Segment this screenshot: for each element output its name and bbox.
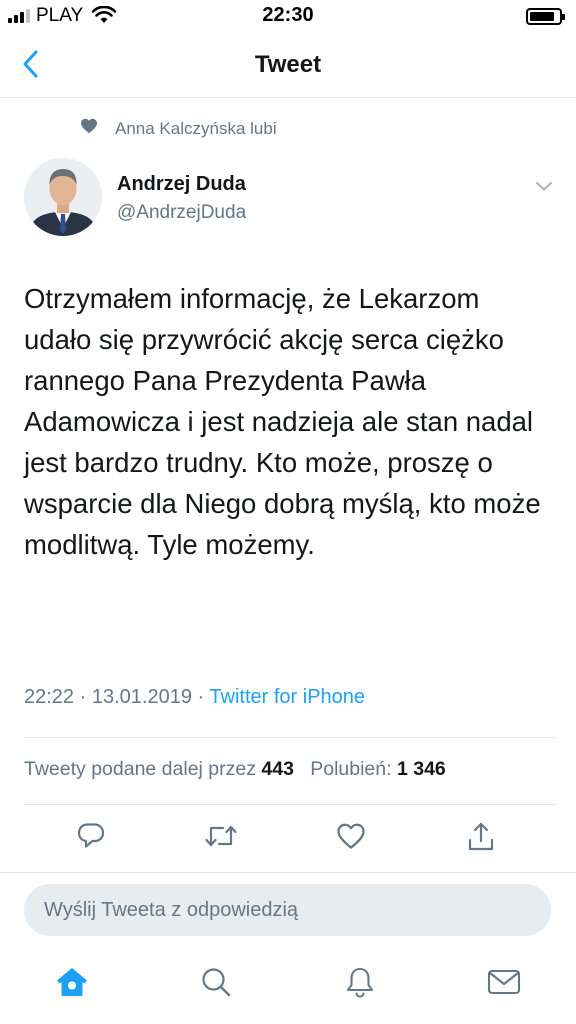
retweets-label: Tweety podane dalej przez — [24, 758, 256, 780]
status-bar: PLAY 22:30 — [0, 0, 576, 34]
heart-filled-icon — [80, 118, 98, 139]
reply-icon — [76, 821, 106, 856]
search-icon — [200, 966, 232, 1003]
retweet-button[interactable] — [203, 820, 239, 856]
likes-label: Polubień: — [310, 758, 392, 780]
tweet-options-button[interactable] — [530, 176, 558, 200]
share-button[interactable] — [463, 820, 499, 856]
avatar[interactable] — [24, 158, 102, 236]
tab-search[interactable] — [196, 964, 236, 1004]
tweet-time: 22:22 — [24, 686, 75, 708]
social-context-text: Anna Kalczyńska lubi — [115, 118, 277, 138]
tweet-date: 13.01.2019 — [91, 686, 192, 708]
social-context[interactable]: Anna Kalczyńska lubi — [80, 118, 277, 139]
navigation-bar: Tweet — [0, 34, 576, 98]
like-icon — [336, 822, 366, 855]
retweets-count: 443 — [261, 758, 294, 780]
retweet-icon — [204, 821, 238, 856]
battery-level — [530, 12, 554, 21]
home-icon — [55, 965, 89, 1004]
notifications-icon — [344, 965, 376, 1004]
likes-count: 1 346 — [396, 758, 446, 780]
divider — [0, 872, 576, 873]
divider — [24, 737, 556, 738]
reply-button[interactable] — [73, 820, 109, 856]
divider — [24, 804, 556, 805]
share-icon — [467, 820, 495, 857]
meta-separator: · — [79, 686, 87, 708]
like-button[interactable] — [333, 820, 369, 856]
tab-messages[interactable] — [484, 964, 524, 1004]
tweet-source-link[interactable]: Twitter for iPhone — [209, 686, 365, 708]
meta-separator: · — [197, 686, 205, 708]
status-time: 22:30 — [262, 4, 314, 26]
retweets-stat[interactable]: Tweety podane dalej przez 443 — [24, 758, 299, 780]
reply-input[interactable] — [24, 884, 551, 936]
likes-stat[interactable]: Polubień: 1 346 — [310, 758, 446, 780]
tab-notifications[interactable] — [340, 964, 380, 1004]
tweet-text: Otrzymałem informację, że Lekarzom udało… — [24, 283, 541, 560]
author-handle[interactable]: @AndrzejDuda — [117, 202, 246, 224]
author-name[interactable]: Andrzej Duda — [117, 173, 246, 196]
tweet-meta: 22:22 · 13.01.2019 · Twitter for iPhone — [24, 686, 365, 709]
chevron-down-icon — [535, 179, 553, 197]
page-title: Tweet — [254, 51, 322, 78]
messages-icon — [487, 968, 521, 1001]
tweet-detail-screen: PLAY 22:30 Tweet Anna Kalczyńska lubi An… — [0, 0, 576, 1024]
battery-icon — [526, 8, 565, 25]
tab-home[interactable] — [52, 964, 92, 1004]
tweet-stats: Tweety podane dalej przez 443 Polubień: … — [24, 758, 446, 781]
